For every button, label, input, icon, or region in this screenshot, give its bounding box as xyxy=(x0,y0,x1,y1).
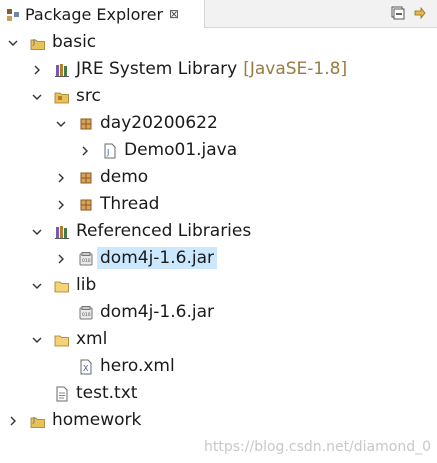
tree-item-homework[interactable]: Jhomework xyxy=(0,408,437,434)
package-icon xyxy=(78,197,94,213)
jar-icon: 010 xyxy=(78,305,94,321)
svg-text:J: J xyxy=(32,38,35,46)
tree-item-test[interactable]: test.txt xyxy=(0,381,437,407)
tree-item-basic[interactable]: Jbasic xyxy=(0,30,437,56)
tree-item-label: Referenced Libraries xyxy=(73,220,254,242)
tab-package-explorer[interactable]: Package Explorer ⊠ xyxy=(0,0,205,28)
tree-item-label: Demo01.java xyxy=(121,139,240,161)
svg-text:J: J xyxy=(106,148,109,157)
tree-item-label: hero.xml xyxy=(97,355,178,377)
tree-item-label: demo xyxy=(97,166,151,188)
tree-item-label: basic xyxy=(49,31,99,53)
chevron-right-icon[interactable] xyxy=(56,254,66,264)
chevron-right-icon[interactable] xyxy=(80,146,90,156)
package-icon xyxy=(78,116,94,132)
tree-item-label: lib xyxy=(73,274,99,296)
view-title: Package Explorer xyxy=(25,4,164,24)
svg-text:010: 010 xyxy=(82,312,91,318)
tree-item-demo01[interactable]: J Demo01.java xyxy=(0,138,437,164)
watermark: https://blog.csdn.net/diamond_0 xyxy=(204,439,431,455)
link-with-editor-icon[interactable] xyxy=(412,5,428,21)
folder-icon xyxy=(54,278,70,294)
tree-item-text: src xyxy=(76,86,101,106)
jar-icon: 010 xyxy=(78,251,94,267)
library-icon xyxy=(54,224,70,240)
svg-text:X: X xyxy=(83,364,89,373)
java-file-icon: J xyxy=(102,143,118,159)
close-icon[interactable]: ⊠ xyxy=(169,7,179,21)
tree-item-text: xml xyxy=(76,329,108,349)
chevron-down-icon[interactable] xyxy=(32,92,42,102)
tree-item-jar-lib[interactable]: 010 dom4j-1.6.jar xyxy=(0,300,437,326)
chevron-down-icon[interactable] xyxy=(56,119,66,129)
tree-item-text: Thread xyxy=(100,194,160,214)
tree-item-label: test.txt xyxy=(73,382,140,404)
chevron-down-icon[interactable] xyxy=(32,227,42,237)
tree-item-text: demo xyxy=(100,167,149,187)
chevron-right-icon[interactable] xyxy=(56,173,66,183)
tree-item-src[interactable]: src xyxy=(0,84,437,110)
tree-item-text: day20200622 xyxy=(100,113,218,133)
tree-item-text: Referenced Libraries xyxy=(76,221,252,241)
tree-item-label: dom4j-1.6.jar xyxy=(97,247,217,269)
tree-item-decoration: [JavaSE-1.8] xyxy=(243,59,348,79)
tree-item-text: lib xyxy=(76,275,97,295)
view-tab-bar: Package Explorer ⊠ xyxy=(0,0,437,28)
tree-item-text: JRE System Library xyxy=(76,59,238,79)
tree-item-label: xml xyxy=(73,328,110,350)
tree-item-pkg-demo[interactable]: demo xyxy=(0,165,437,191)
tree-item-reflibs[interactable]: Referenced Libraries xyxy=(0,219,437,245)
tree-item-text: dom4j-1.6.jar xyxy=(100,248,214,268)
tree-item-label: homework xyxy=(49,409,144,431)
xml-file-icon: X xyxy=(78,359,94,375)
chevron-right-icon[interactable] xyxy=(56,200,66,210)
tree-item-xml[interactable]: xml xyxy=(0,327,437,353)
package-explorer-icon xyxy=(6,7,20,21)
chevron-down-icon[interactable] xyxy=(32,281,42,291)
tree-item-jar-ref[interactable]: 010 dom4j-1.6.jar xyxy=(0,246,437,272)
package-icon xyxy=(78,170,94,186)
tree-item-pkg-thread[interactable]: Thread xyxy=(0,192,437,218)
tree-item-label: Thread xyxy=(97,193,162,215)
folder-icon xyxy=(54,332,70,348)
chevron-down-icon[interactable] xyxy=(8,38,18,48)
tree-item-text: test.txt xyxy=(76,383,138,403)
project-icon: J xyxy=(30,35,46,51)
svg-text:010: 010 xyxy=(82,258,91,264)
svg-text:J: J xyxy=(32,416,35,424)
chevron-right-icon[interactable] xyxy=(8,416,18,426)
tree-item-text: Demo01.java xyxy=(124,140,238,160)
tree-item-label: day20200622 xyxy=(97,112,221,134)
chevron-right-icon[interactable] xyxy=(32,65,42,75)
library-icon xyxy=(54,62,70,78)
chevron-down-icon[interactable] xyxy=(32,335,42,345)
tree-item-label: JRE System Library [JavaSE-1.8] xyxy=(73,58,350,80)
tree-item-text: homework xyxy=(52,410,142,430)
tree-item-text: basic xyxy=(52,32,97,52)
tree-item-label: dom4j-1.6.jar xyxy=(97,301,217,323)
tree-item-jre[interactable]: JRE System Library [JavaSE-1.8] xyxy=(0,57,437,83)
collapse-all-icon[interactable] xyxy=(390,5,406,21)
tree-item-text: hero.xml xyxy=(100,356,175,376)
text-file-icon xyxy=(54,386,70,402)
tree-item-hero[interactable]: Xhero.xml xyxy=(0,354,437,380)
source-folder-icon xyxy=(54,89,70,105)
tree-item-text: dom4j-1.6.jar xyxy=(100,302,214,322)
tree-item-pkg-day[interactable]: day20200622 xyxy=(0,111,437,137)
tree-item-label: src xyxy=(73,85,104,107)
project-icon: J xyxy=(30,413,46,429)
tree-item-lib[interactable]: lib xyxy=(0,273,437,299)
